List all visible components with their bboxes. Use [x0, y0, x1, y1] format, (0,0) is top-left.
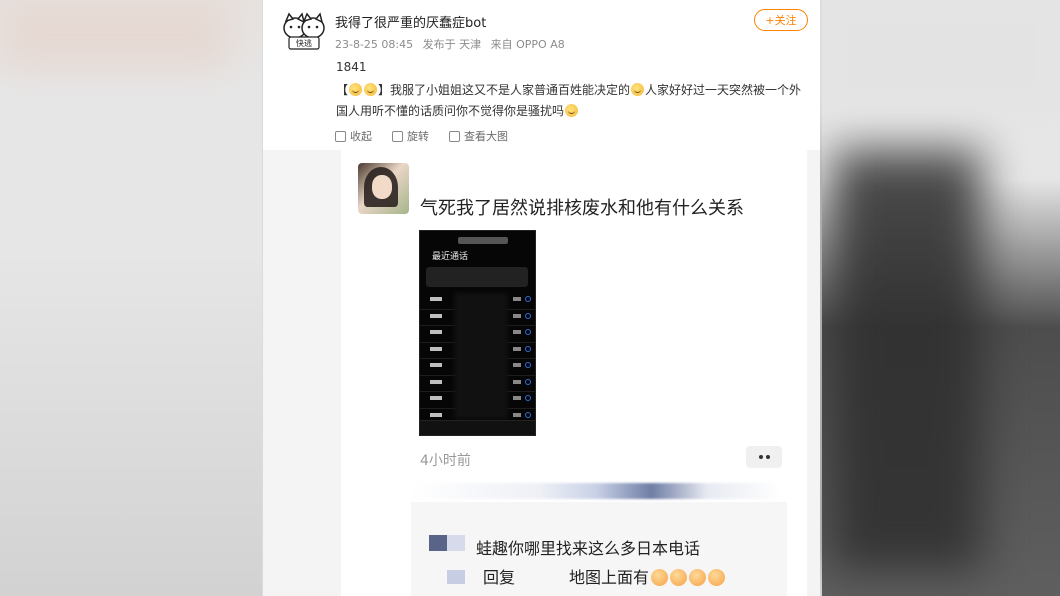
post-count: 1841	[336, 60, 367, 74]
redacted-avatar	[429, 535, 447, 551]
background-left	[0, 0, 262, 596]
more-options-button[interactable]	[746, 446, 782, 468]
emoji-icon	[349, 83, 363, 96]
cat-logo-icon[interactable]: 快逃	[281, 12, 327, 50]
chat-time: 4小时前	[420, 453, 471, 469]
emoji-icon	[631, 83, 645, 96]
background-right	[822, 0, 1060, 596]
weibo-post-card: 快逃 我得了很严重的厌蠢症bot 23-8-25 08:45 发布于 天津 来自…	[263, 0, 820, 596]
redacted-name	[411, 483, 781, 499]
post-image[interactable]: 气死我了居然说排核废水和他有什么关系 最近通话 4小时前 蛙趣你哪里找来这么多日…	[263, 150, 820, 596]
post-source: 来自 OPPO A8	[490, 38, 565, 51]
laugh-emoji-icon	[670, 569, 688, 586]
collapse-button[interactable]: 收起	[335, 128, 372, 144]
rotate-button[interactable]: 旋转	[392, 128, 429, 144]
post-location: 发布于 天津	[422, 38, 482, 51]
reply-text: 地图上面有	[569, 568, 650, 587]
phone-screenshot: 最近通话	[419, 230, 536, 436]
svg-text:快逃: 快逃	[296, 38, 312, 48]
post-date: 23-8-25 08:45	[335, 38, 414, 51]
phone-title: 最近通话	[432, 252, 469, 262]
chat-screenshot: 气死我了居然说排核废水和他有什么关系 最近通话 4小时前 蛙趣你哪里找来这么多日…	[341, 150, 807, 596]
emoji-icon	[565, 104, 579, 117]
view-large-button[interactable]: 查看大图	[449, 128, 508, 144]
reply-text-1: 蛙趣你哪里找来这么多日本电话	[476, 539, 701, 558]
collapse-icon	[335, 130, 346, 142]
username[interactable]: 我得了很严重的厌蠢症bot	[335, 12, 486, 31]
collapse-label: 收起	[350, 130, 372, 143]
emoji-icon	[364, 83, 378, 96]
laugh-emoji-icon	[651, 569, 669, 586]
post-text: 【】我服了小姐姐这又不是人家普通百姓能决定的 人家好好过一天突然被一个外国人用听不…	[336, 80, 808, 122]
chat-avatar	[358, 163, 409, 214]
laugh-emoji-icon	[689, 569, 707, 586]
chat-message: 气死我了居然说排核废水和他有什么关系	[420, 198, 744, 219]
redacted-avatar-2	[447, 570, 465, 584]
view-large-label: 查看大图	[464, 130, 508, 143]
follow-button[interactable]: +关注	[754, 9, 808, 31]
laugh-emoji-icon	[708, 569, 726, 586]
image-action-bar: 收起 旋转 查看大图	[335, 128, 508, 144]
reply-text-2: 回复 地图上面有	[483, 564, 726, 588]
reply-prefix: 回复	[483, 568, 516, 587]
rotate-icon	[392, 130, 403, 142]
reply-card: 蛙趣你哪里找来这么多日本电话 回复 地图上面有	[411, 502, 787, 596]
post-text-prefix: 【	[336, 83, 349, 97]
post-text-a: 】我服了小姐姐这又不是人家普通百姓能决定的	[378, 83, 631, 97]
magnify-icon	[449, 130, 460, 142]
rotate-label: 旋转	[407, 130, 429, 143]
post-meta: 23-8-25 08:45 发布于 天津 来自 OPPO A8	[335, 36, 571, 52]
